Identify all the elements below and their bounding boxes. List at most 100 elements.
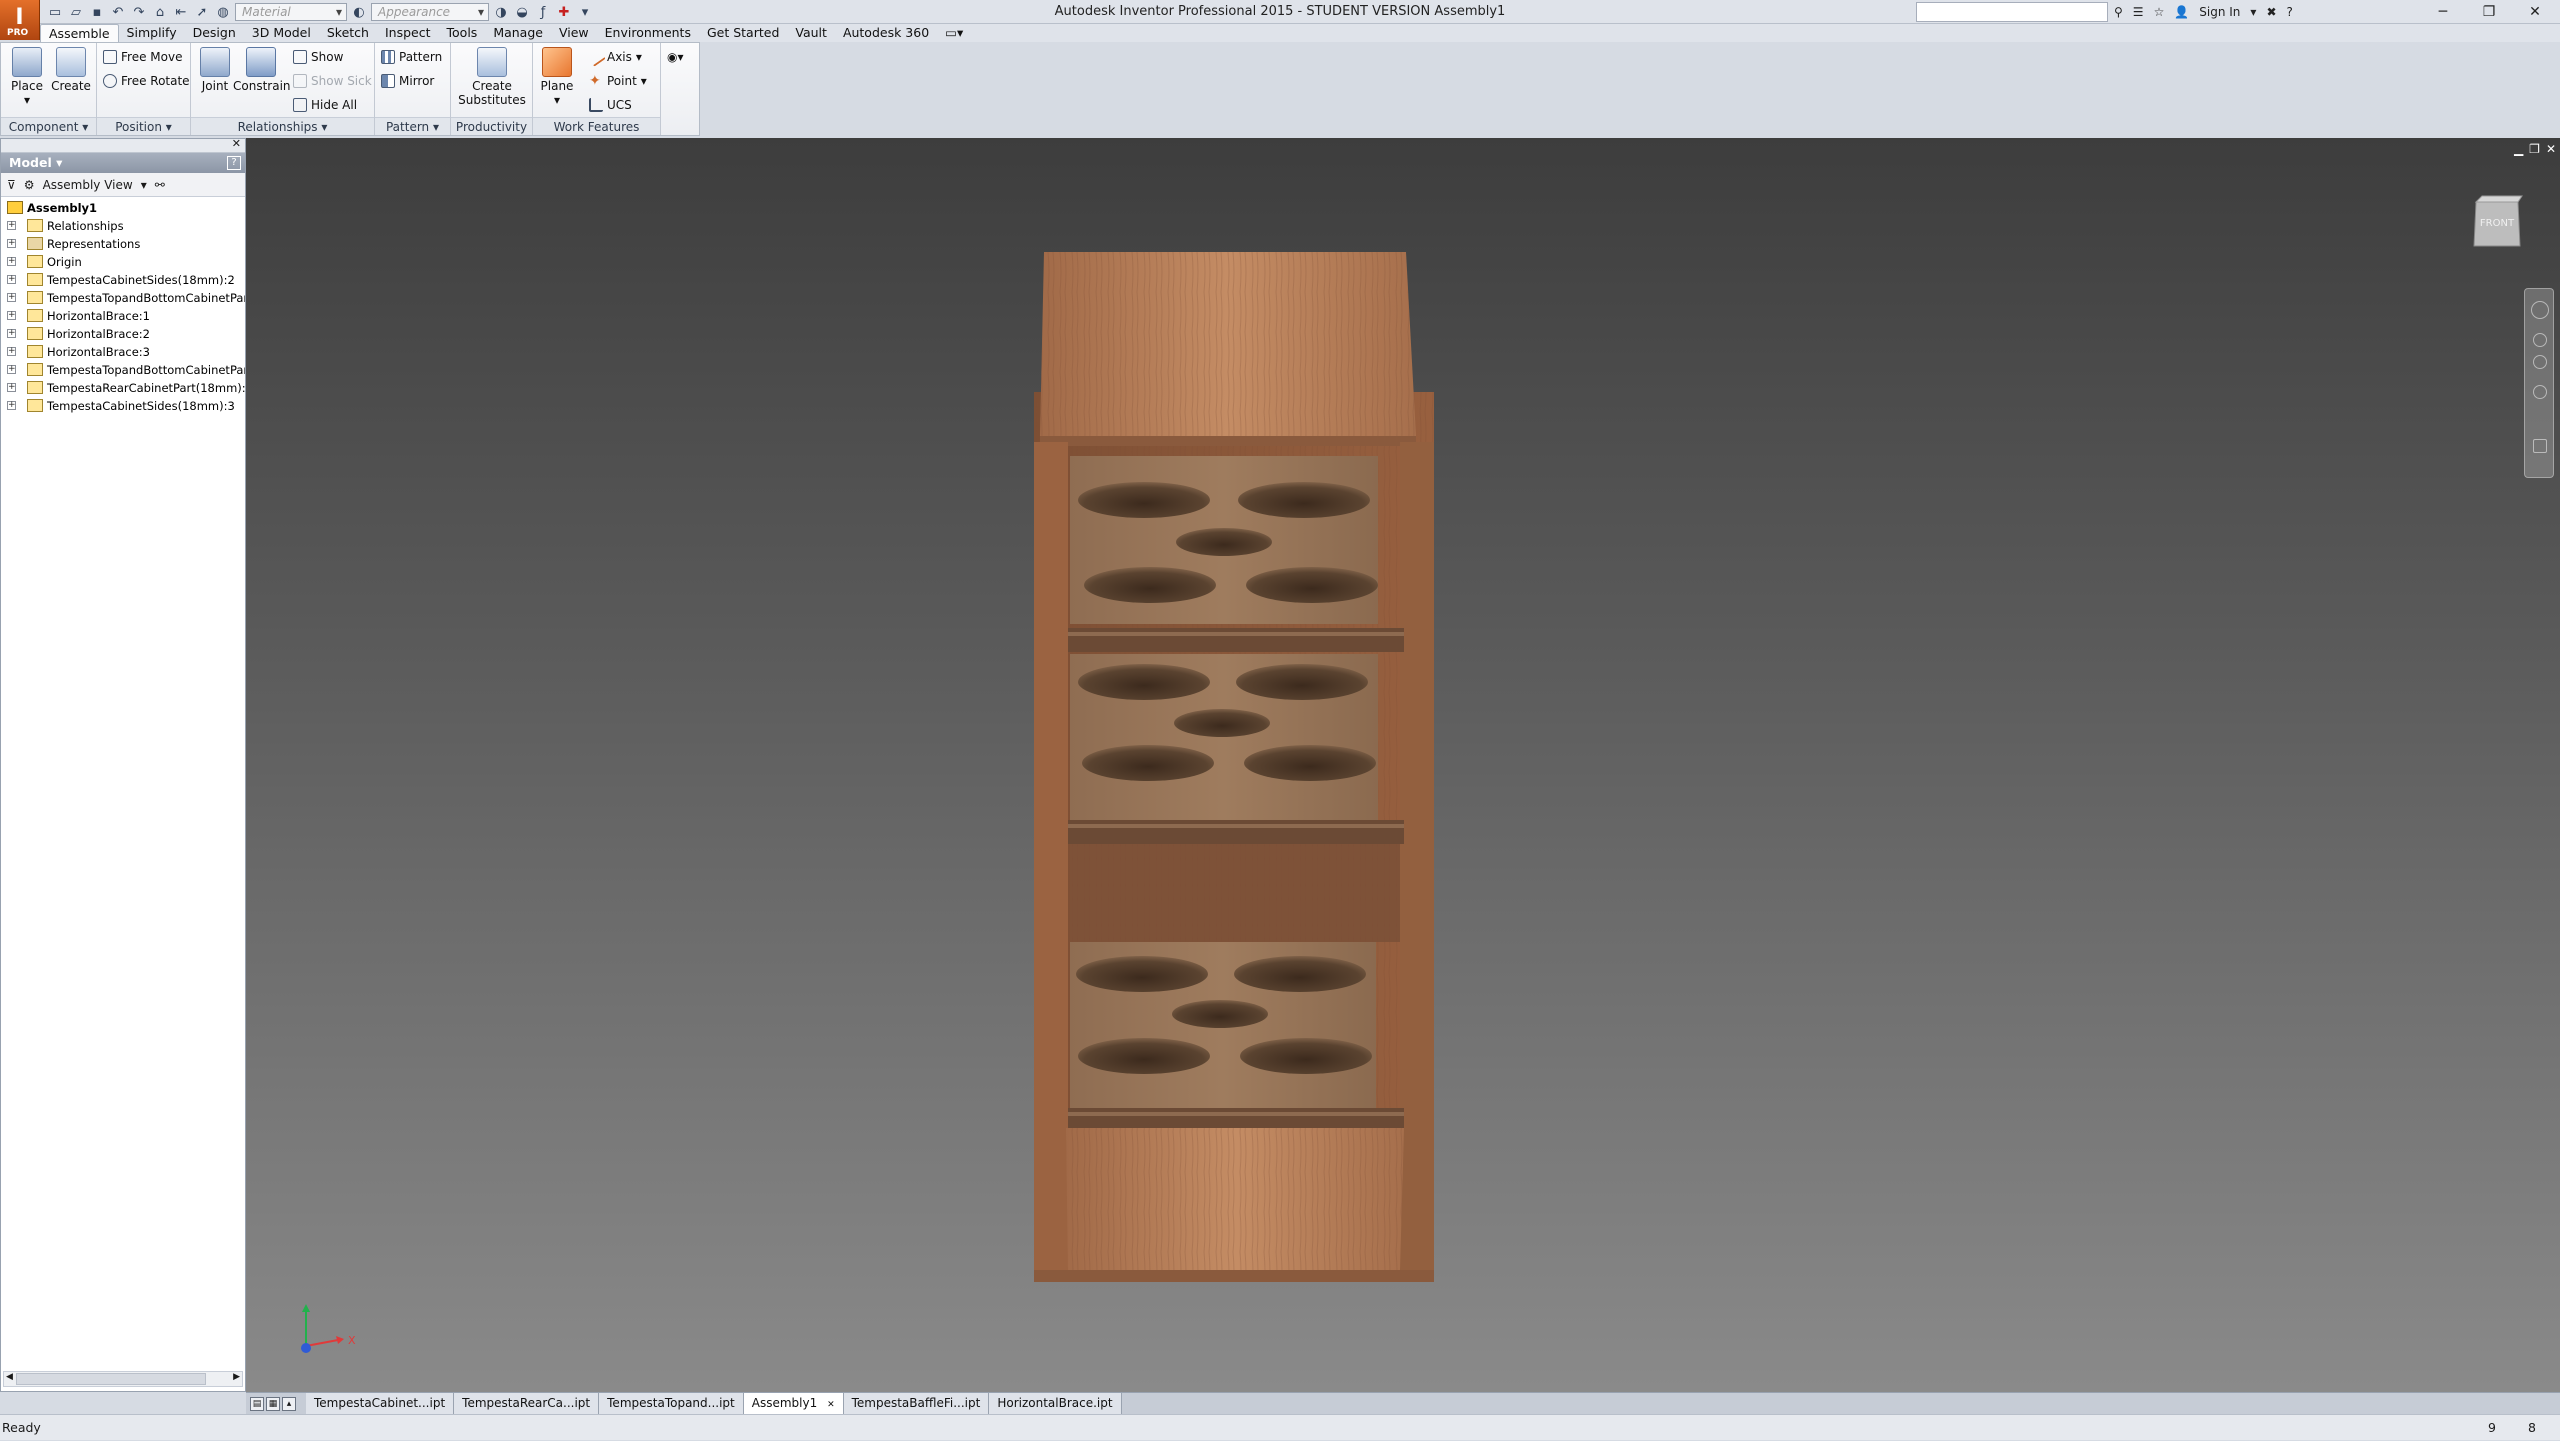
select-icon[interactable]: ➚ (193, 3, 211, 21)
tab-assemble[interactable]: Assemble (40, 24, 119, 42)
expand-icon[interactable]: + (7, 383, 16, 392)
expand-icon[interactable]: + (7, 221, 16, 230)
ribbon-display-toggle[interactable]: ▭▾ (937, 24, 971, 42)
cabinet-assembly-model[interactable] (1034, 252, 1434, 1302)
viewport-close-icon[interactable]: ✕ (2546, 142, 2556, 156)
hide-all-button[interactable]: Hide All (293, 95, 357, 115)
document-tab[interactable]: HorizontalBrace.ipt (989, 1393, 1122, 1414)
home-icon[interactable]: ⌂ (151, 3, 169, 21)
tab-3d-model[interactable]: 3D Model (244, 24, 319, 42)
navigation-bar[interactable] (2524, 288, 2554, 478)
tab-get-started[interactable]: Get Started (699, 24, 787, 42)
ucs-button[interactable]: UCS (589, 95, 632, 115)
tree-node-part[interactable]: + TempestaTopandBottomCabinetPart(18mm):1 (1, 289, 245, 307)
scroll-right-icon[interactable]: ▶ (233, 1372, 240, 1382)
pan-icon[interactable] (2533, 333, 2547, 347)
open-file-icon[interactable]: ▱ (67, 3, 85, 21)
tree-node-origin[interactable]: + Origin (1, 253, 245, 271)
constrain-button[interactable]: Constrain (233, 47, 291, 93)
tab-vault[interactable]: Vault (787, 24, 835, 42)
point-button[interactable]: ✦ Point ▾ (589, 71, 647, 91)
tree-node-representations[interactable]: + Representations (1, 235, 245, 253)
adjust-icon[interactable]: ◑ (492, 3, 510, 21)
tile-windows-icon[interactable]: ▤ (250, 1396, 264, 1411)
expand-icon[interactable]: + (7, 329, 16, 338)
binoculars-icon[interactable]: ⚲ (2114, 5, 2123, 19)
expand-icon[interactable]: + (7, 275, 16, 284)
show-button[interactable]: Show (293, 47, 343, 67)
help-icon[interactable]: ? (2287, 5, 2293, 19)
expand-icon[interactable]: + (7, 257, 16, 266)
viewcube[interactable]: FRONT (2470, 194, 2524, 254)
mirror-button[interactable]: Mirror (381, 71, 434, 91)
sign-in-link[interactable]: Sign In (2199, 5, 2240, 19)
expand-icon[interactable]: + (7, 293, 16, 302)
save-icon[interactable]: ▪ (88, 3, 106, 21)
open-documents-icon[interactable]: ▴ (282, 1396, 296, 1411)
orbit-icon[interactable] (2533, 385, 2547, 399)
graphics-viewport[interactable]: ▁ ❐ ✕ FRONT X (246, 138, 2560, 1392)
subscription-icon[interactable]: ☰ (2133, 5, 2144, 19)
document-tab[interactable]: TempestaBaffleFi...ipt (843, 1393, 990, 1414)
tree-node-part[interactable]: + HorizontalBrace:1 (1, 307, 245, 325)
cascade-windows-icon[interactable]: ▦ (266, 1396, 280, 1411)
viewcube-face-label[interactable]: FRONT (2480, 218, 2515, 229)
fx-icon[interactable]: ƒ (534, 3, 552, 21)
tab-close-icon[interactable]: ✕ (827, 1400, 835, 1410)
scrollbar-thumb[interactable] (16, 1373, 206, 1385)
tab-manage[interactable]: Manage (485, 24, 551, 42)
panel-component-label[interactable]: Component ▾ (1, 117, 96, 135)
new-file-icon[interactable]: ▭ (46, 3, 64, 21)
appearance-dropdown[interactable]: Appearance (371, 3, 489, 21)
update-icon[interactable]: ✚ (555, 3, 573, 21)
browser-horizontal-scrollbar[interactable]: ◀ ▶ (3, 1371, 243, 1387)
tree-node-root[interactable]: Assembly1 (1, 199, 245, 217)
tab-design[interactable]: Design (185, 24, 244, 42)
close-button[interactable]: ✕ (2512, 0, 2558, 24)
tree-node-part[interactable]: + HorizontalBrace:2 (1, 325, 245, 343)
free-move-button[interactable]: Free Move (103, 47, 182, 67)
tab-tools[interactable]: Tools (439, 24, 486, 42)
return-icon[interactable]: ⇤ (172, 3, 190, 21)
joint-button[interactable]: Joint (193, 47, 237, 93)
tab-simplify[interactable]: Simplify (119, 24, 185, 42)
expand-icon[interactable]: + (7, 347, 16, 356)
place-button[interactable]: Place ▾ (5, 47, 49, 107)
tab-inspect[interactable]: Inspect (377, 24, 439, 42)
panel-pattern-label[interactable]: Pattern ▾ (375, 117, 450, 135)
clear-appearance-icon[interactable]: ◒ (513, 3, 531, 21)
document-tab[interactable]: TempestaRearCa...ipt (454, 1393, 600, 1414)
filter-icon[interactable]: ⊽ (7, 178, 16, 192)
tab-autodesk-360[interactable]: Autodesk 360 (835, 24, 937, 42)
look-at-icon[interactable] (2533, 439, 2547, 453)
undo-icon[interactable]: ↶ (109, 3, 127, 21)
exchange-icon[interactable]: ✖ (2266, 5, 2276, 19)
browser-close-icon[interactable]: ✕ (232, 137, 241, 150)
assembly-view-dropdown[interactable]: Assembly View (43, 178, 133, 192)
tree-node-part[interactable]: + HorizontalBrace:3 (1, 343, 245, 361)
create-substitutes-button[interactable]: Create Substitutes (457, 47, 527, 107)
browser-title[interactable]: Model ▾ (1, 153, 245, 173)
scroll-left-icon[interactable]: ◀ (6, 1372, 13, 1382)
browser-help-icon[interactable]: ? (227, 156, 241, 170)
show-sick-button[interactable]: Show Sick (293, 71, 372, 91)
favorites-icon[interactable]: ☆ (2154, 5, 2165, 19)
panel-position-label[interactable]: Position ▾ (97, 117, 190, 135)
plane-button[interactable]: Plane ▾ (535, 47, 579, 107)
expand-icon[interactable]: + (7, 401, 16, 410)
view-dropdown-chevron-icon[interactable]: ▾ (141, 178, 147, 192)
document-tab-active[interactable]: Assembly1 ✕ (743, 1393, 844, 1414)
tree-node-part[interactable]: + TempestaCabinetSides(18mm):2 (1, 271, 245, 289)
minimize-button[interactable]: ─ (2420, 0, 2466, 24)
tab-sketch[interactable]: Sketch (319, 24, 377, 42)
tree-node-part[interactable]: + TempestaTopandBottomCabinetPart(18mm):2 (1, 361, 245, 379)
panel-relationships-label[interactable]: Relationships ▾ (191, 117, 374, 135)
tab-view[interactable]: View (551, 24, 597, 42)
viewport-minimize-icon[interactable]: ▁ (2514, 142, 2523, 156)
expand-icon[interactable]: + (7, 311, 16, 320)
user-icon[interactable]: 👤 (2174, 5, 2189, 19)
expand-icon[interactable]: + (7, 365, 16, 374)
redo-icon[interactable]: ↷ (130, 3, 148, 21)
application-menu-button[interactable]: I PRO (0, 0, 40, 40)
document-tab[interactable]: TempestaCabinet...ipt (306, 1393, 455, 1414)
